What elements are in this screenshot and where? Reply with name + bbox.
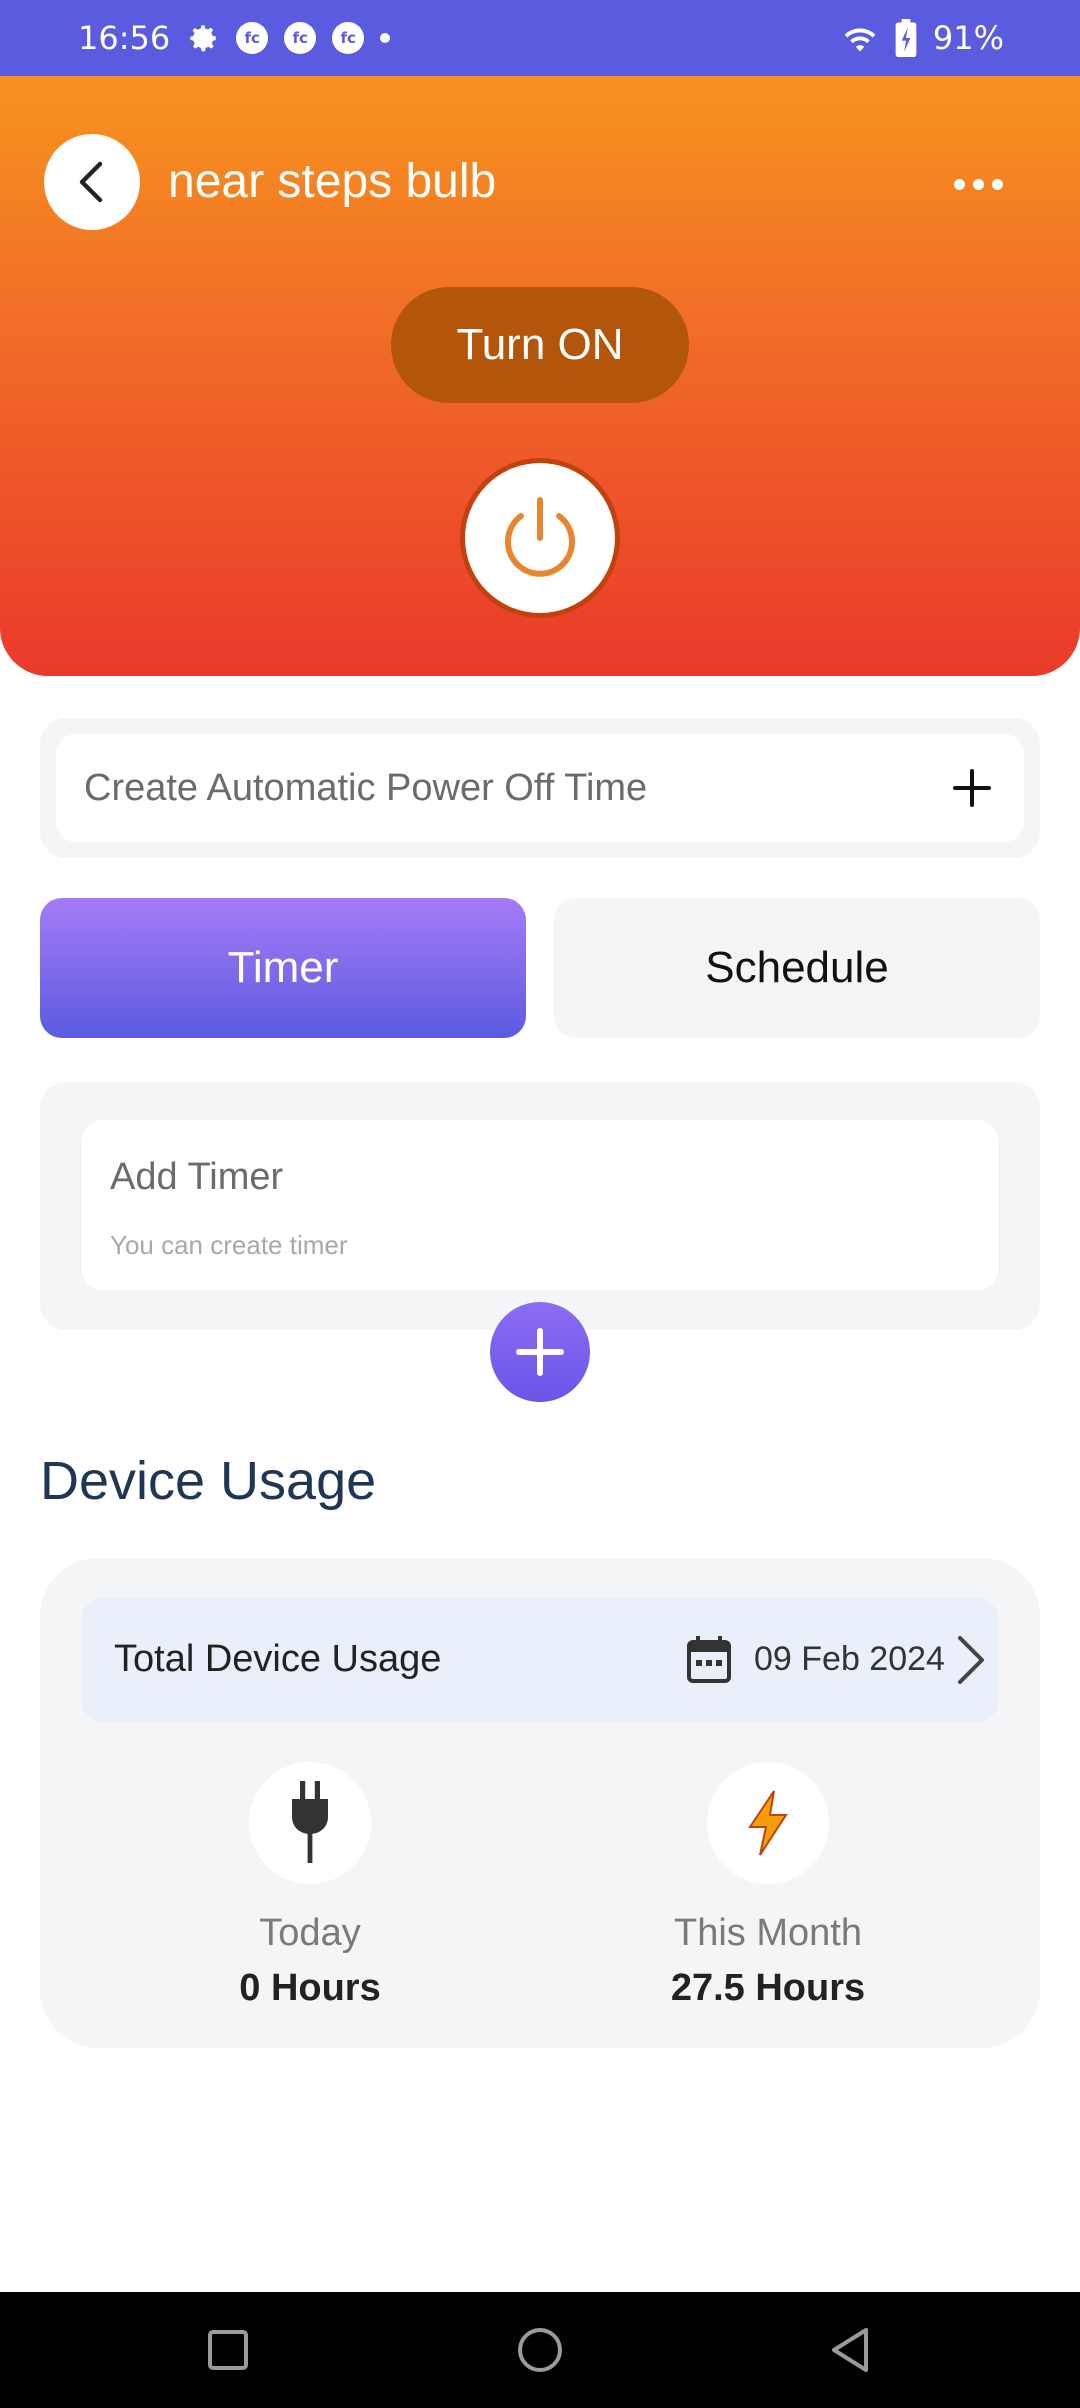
device-header: near steps bulb Turn ON <box>0 76 1080 676</box>
timer-card: Add Timer You can create timer <box>40 1082 1040 1330</box>
recents-icon <box>208 2330 248 2370</box>
device-usage-card: Total Device Usage 09 Feb 2024 Today 0 H… <box>40 1558 1040 2048</box>
fc-notification-icon: fc <box>236 22 269 54</box>
add-timer-title: Add Timer <box>110 1156 284 1198</box>
more-dot <box>972 178 984 190</box>
battery-charging-icon <box>895 19 917 57</box>
back-button[interactable] <box>44 134 140 230</box>
more-options-button[interactable] <box>942 164 1014 204</box>
chevron-right-icon[interactable] <box>956 1634 986 1686</box>
status-time: 16:56 <box>78 19 171 57</box>
auto-power-off-card: Create Automatic Power Off Time <box>40 718 1040 858</box>
chevron-left-icon <box>79 161 103 203</box>
back-triangle-icon <box>832 2328 868 2372</box>
plug-icon <box>249 1762 371 1884</box>
plus-icon[interactable] <box>948 764 996 812</box>
total-usage-label: Total Device Usage <box>114 1638 442 1680</box>
device-usage-title: Device Usage <box>40 1451 377 1511</box>
device-name: near steps bulb <box>168 155 497 208</box>
add-timer-panel: Add Timer You can create timer <box>82 1120 998 1290</box>
lightning-icon <box>707 1762 829 1884</box>
fc-notification-icon: fc <box>284 22 317 54</box>
auto-power-off-label: Create Automatic Power Off Time <box>84 766 648 809</box>
status-right: 91% <box>841 19 1004 57</box>
add-timer-button[interactable] <box>490 1302 590 1402</box>
today-usage: Today 0 Hours <box>110 1762 510 2010</box>
system-back-button[interactable] <box>820 2320 880 2380</box>
recents-button[interactable] <box>198 2320 258 2380</box>
tab-timer[interactable]: Timer <box>40 898 526 1038</box>
more-dot <box>953 178 965 190</box>
calendar-icon <box>687 1636 731 1683</box>
home-icon <box>518 2328 562 2372</box>
today-label: Today <box>259 1912 361 1954</box>
turn-on-button[interactable]: Turn ON <box>391 287 689 403</box>
tab-schedule[interactable]: Schedule <box>554 898 1040 1038</box>
app-screen: 16:56 fc fc fc 91% near steps bulb Turn … <box>0 0 1080 2408</box>
power-toggle-button[interactable] <box>460 458 620 618</box>
wifi-icon <box>841 22 879 54</box>
dot-icon <box>380 33 391 43</box>
plus-icon <box>516 1328 564 1376</box>
fc-notification-icon: fc <box>332 22 365 54</box>
month-label: This Month <box>674 1912 862 1954</box>
status-bar: 16:56 fc fc fc 91% <box>0 0 1080 76</box>
month-hours: 27.5 Hours <box>670 1967 866 2009</box>
battery-percent: 91% <box>932 19 1004 57</box>
auto-power-off-row[interactable]: Create Automatic Power Off Time <box>56 734 1024 842</box>
status-left: 16:56 fc fc fc <box>78 19 391 57</box>
power-icon <box>505 497 575 577</box>
home-button[interactable] <box>510 2320 570 2380</box>
add-timer-subtitle: You can create timer <box>110 1230 348 1260</box>
month-usage: This Month 27.5 Hours <box>568 1762 968 2010</box>
more-dot <box>991 178 1003 190</box>
usage-date-row[interactable]: Total Device Usage 09 Feb 2024 <box>82 1598 998 1722</box>
usage-date: 09 Feb 2024 <box>754 1640 945 1678</box>
system-nav-bar <box>0 2292 1080 2408</box>
today-hours: 0 Hours <box>239 1967 381 2009</box>
settings-icon <box>186 21 220 55</box>
